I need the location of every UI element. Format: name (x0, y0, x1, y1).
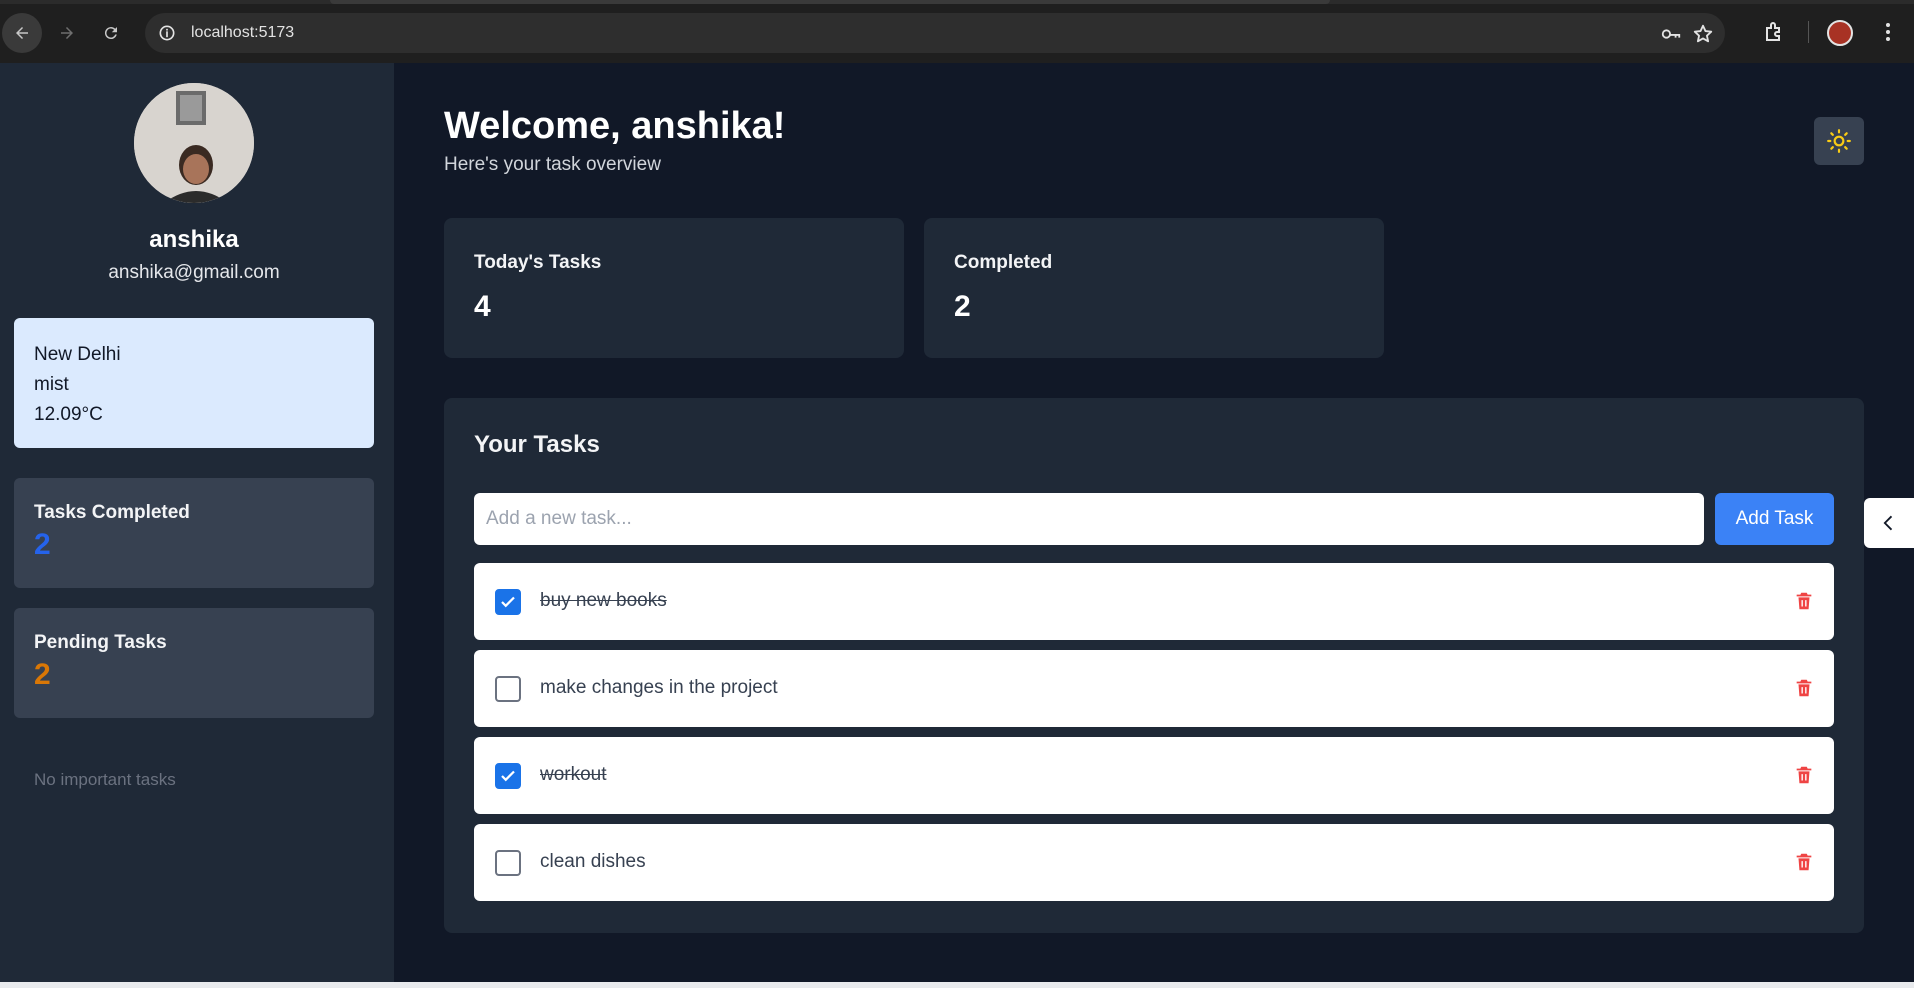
task-checkbox[interactable] (495, 850, 521, 876)
forward-icon (61, 27, 73, 39)
star-icon[interactable] (1692, 23, 1714, 45)
back-icon (16, 27, 28, 39)
task-text: clean dishes (540, 851, 646, 872)
completed-value: 2 (954, 290, 971, 323)
weather-temperature: 12.09°C (34, 404, 103, 425)
tasks-panel: Your Tasks Add Task buy new books make c… (444, 398, 1864, 933)
tasks-completed-card: Tasks Completed 2 (14, 478, 374, 588)
task-item: buy new books (474, 563, 1834, 640)
user-email: anshika@gmail.com (108, 262, 280, 283)
theme-toggle-button[interactable] (1814, 117, 1864, 165)
weather-condition: mist (34, 374, 69, 395)
weather-city: New Delhi (34, 344, 121, 365)
profile-avatar[interactable] (1827, 20, 1853, 46)
site-info-icon[interactable] (157, 23, 177, 43)
browser-toolbar: localhost:5173 (0, 0, 1914, 63)
pending-tasks-card: Pending Tasks 2 (14, 608, 374, 718)
avatar (134, 83, 254, 203)
horizontal-scrollbar[interactable] (0, 982, 1914, 988)
trash-icon[interactable] (1793, 590, 1815, 612)
checkmark-icon (501, 770, 515, 782)
trash-icon[interactable] (1793, 764, 1815, 786)
add-task-button[interactable]: Add Task (1715, 493, 1834, 545)
reload-icon (104, 27, 117, 40)
url-text: localhost:5173 (191, 24, 295, 41)
reload-button[interactable] (91, 13, 131, 53)
page-title: Welcome, anshika! (444, 105, 786, 147)
new-task-input[interactable] (474, 493, 1704, 545)
task-text: buy new books (540, 590, 667, 611)
task-text: make changes in the project (540, 677, 778, 698)
chevron-left-icon (1883, 515, 1893, 531)
todays-tasks-value: 4 (474, 290, 491, 323)
completed-label: Completed (954, 252, 1053, 273)
checkmark-icon (501, 596, 515, 608)
weather-card: New Delhi mist 12.09°C (14, 318, 374, 448)
user-name: anshika (149, 226, 239, 253)
trash-icon[interactable] (1793, 677, 1815, 699)
page-subtitle: Here's your task overview (444, 154, 661, 175)
task-item: workout (474, 737, 1834, 814)
sidebar: anshika anshika@gmail.com New Delhi mist… (0, 63, 394, 985)
menu-icon[interactable] (1876, 20, 1900, 44)
todays-tasks-label: Today's Tasks (474, 252, 602, 273)
task-checkbox[interactable] (495, 763, 521, 789)
completed-card: Completed 2 (924, 218, 1384, 358)
address-bar[interactable]: localhost:5173 (145, 13, 1725, 53)
active-tab[interactable] (330, 0, 1330, 4)
main-content: Welcome, anshika! Here's your task overv… (394, 63, 1914, 985)
right-panel-toggle-button[interactable] (1864, 498, 1914, 548)
task-text: workout (540, 764, 607, 785)
extensions-icon[interactable] (1762, 20, 1786, 44)
toolbar-divider (1808, 21, 1809, 43)
task-item: make changes in the project (474, 650, 1834, 727)
task-list: buy new books make changes in the projec… (474, 563, 1834, 911)
task-item: clean dishes (474, 824, 1834, 901)
task-checkbox[interactable] (495, 676, 521, 702)
task-checkbox[interactable] (495, 589, 521, 615)
todays-tasks-card: Today's Tasks 4 (444, 218, 904, 358)
avatar-photo (134, 83, 254, 203)
forward-button[interactable] (47, 13, 87, 53)
tasks-title: Your Tasks (474, 431, 600, 458)
tasks-completed-label: Tasks Completed (34, 502, 190, 523)
pending-tasks-label: Pending Tasks (34, 632, 167, 653)
important-tasks-empty: No important tasks (34, 770, 176, 789)
pending-tasks-value: 2 (34, 658, 51, 691)
tasks-completed-value: 2 (34, 528, 51, 561)
key-icon[interactable] (1660, 23, 1682, 45)
back-button[interactable] (2, 13, 42, 53)
sun-icon (1827, 129, 1851, 153)
trash-icon[interactable] (1793, 851, 1815, 873)
